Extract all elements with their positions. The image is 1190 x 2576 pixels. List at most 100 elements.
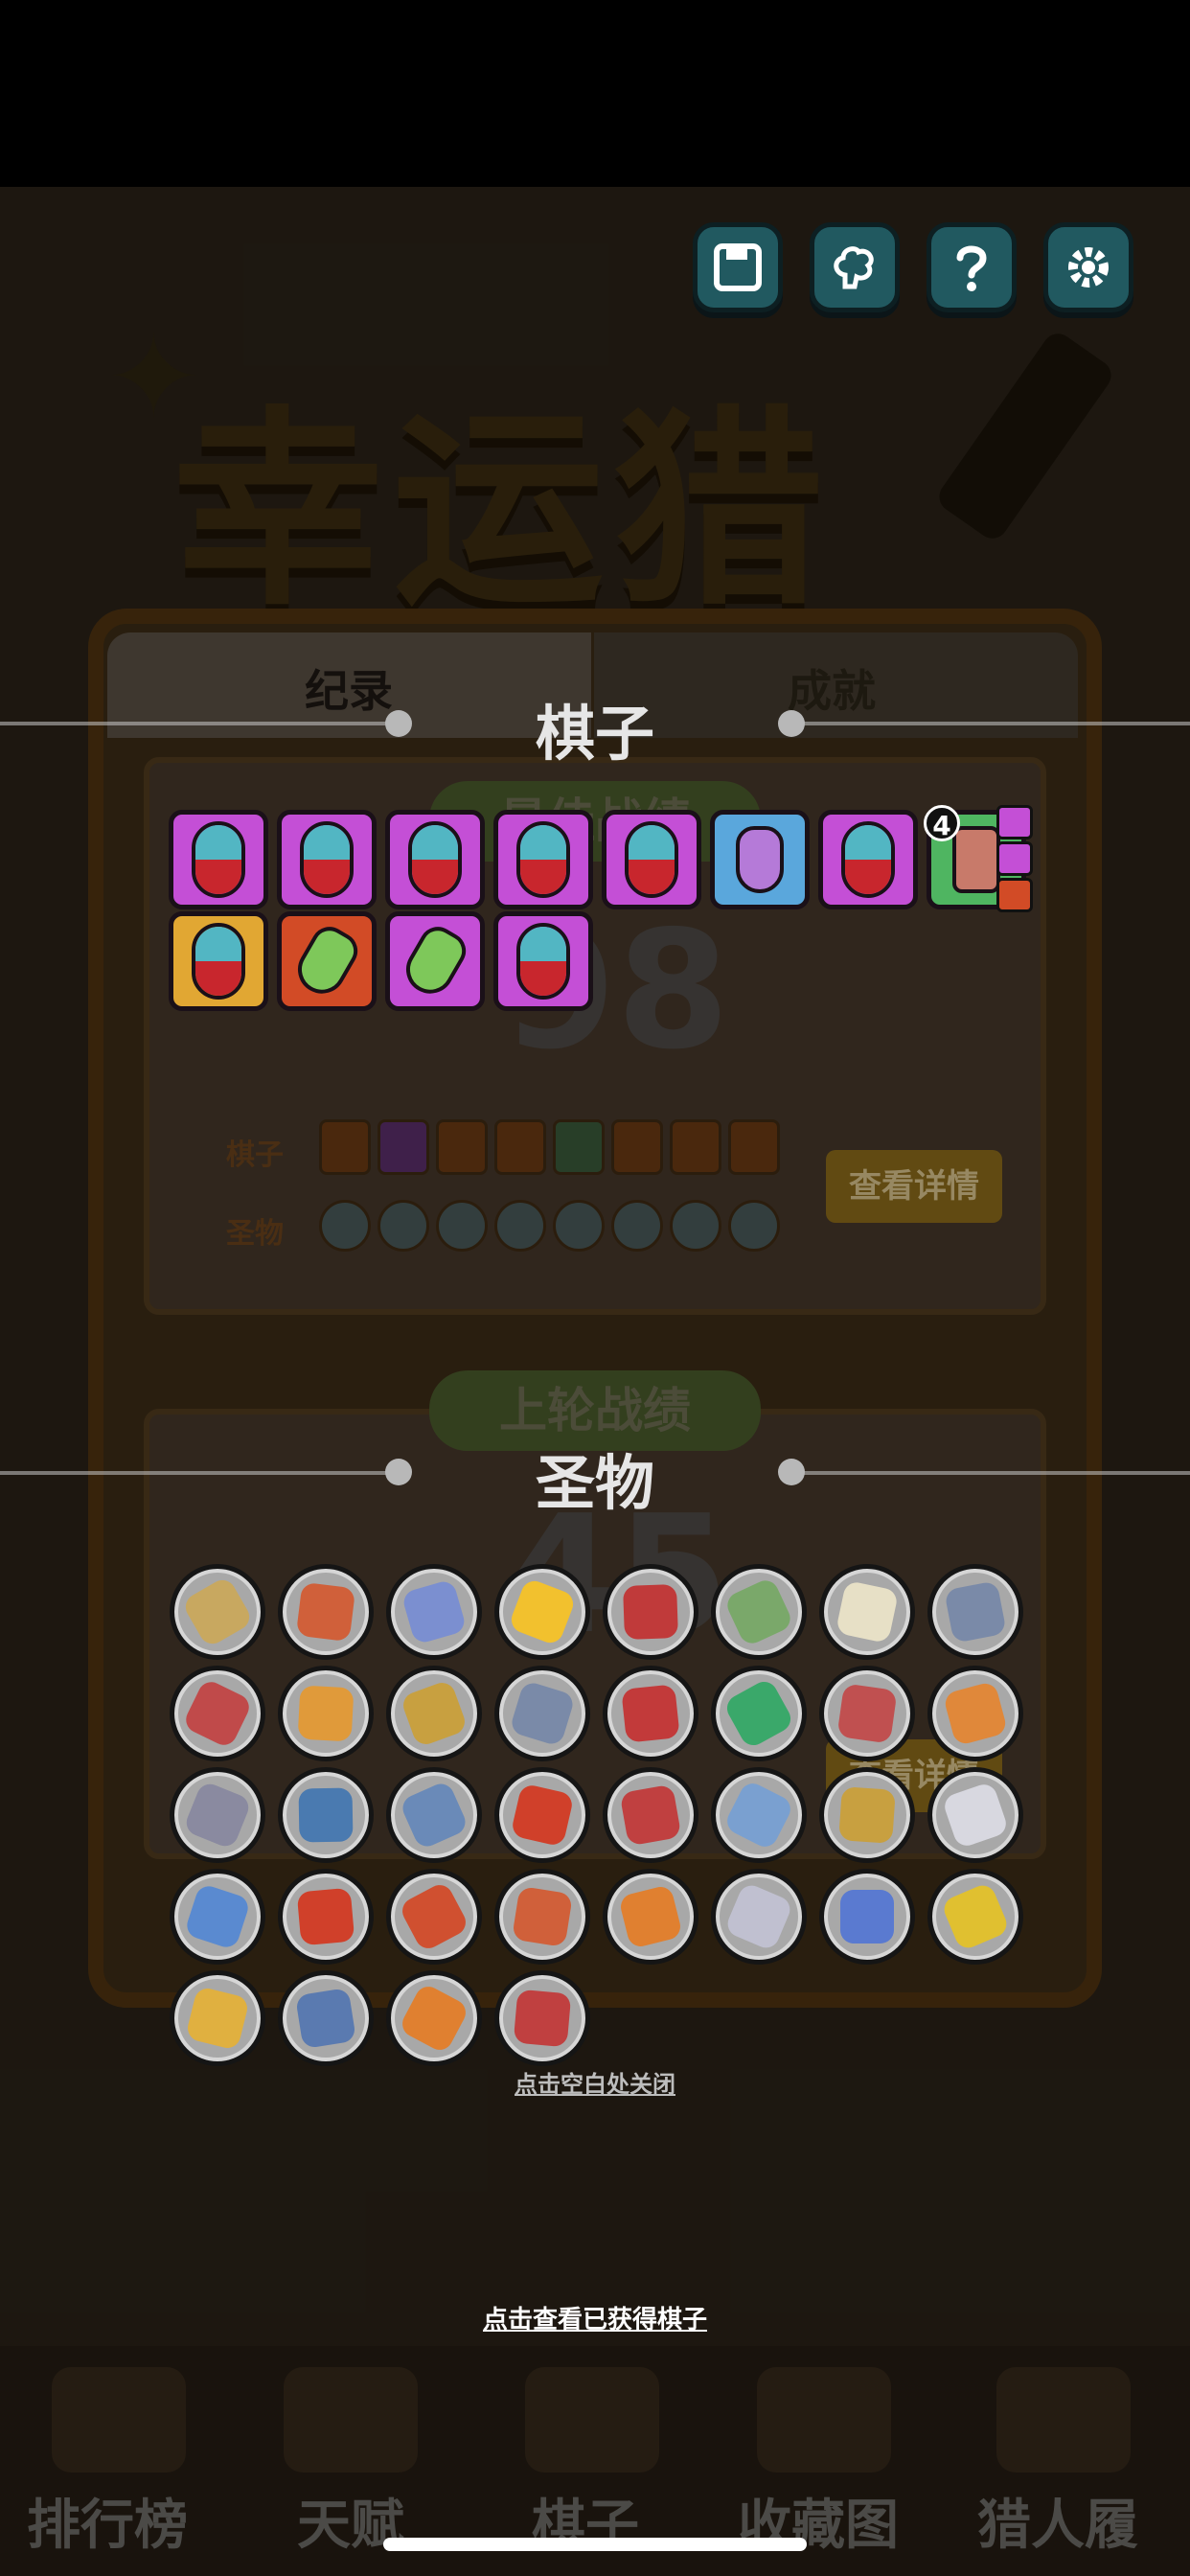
relic-icon — [298, 1787, 354, 1843]
capsule-icon — [300, 821, 354, 898]
relic-icon — [618, 1884, 683, 1949]
relic-slot[interactable] — [494, 1869, 590, 1965]
relic-slot[interactable] — [170, 1666, 265, 1761]
relic-slot[interactable] — [711, 1666, 807, 1761]
relic-icon — [621, 1684, 680, 1743]
divider-dot — [778, 1459, 805, 1485]
piece-slot[interactable] — [493, 911, 593, 1011]
close-hint[interactable]: 点击空白处关闭 — [451, 2065, 739, 2099]
divider-line — [0, 722, 398, 725]
relic-slot[interactable] — [170, 1970, 265, 2066]
relic-icon — [619, 1783, 682, 1847]
relic-slot[interactable] — [603, 1564, 698, 1660]
help-button[interactable] — [927, 222, 1017, 312]
relic-slot[interactable] — [278, 1970, 374, 2066]
relic-slot[interactable] — [819, 1767, 915, 1863]
divider-line — [791, 1471, 1190, 1475]
relic-icon — [511, 1885, 574, 1948]
relic-slot[interactable] — [711, 1869, 807, 1965]
overlay-backdrop[interactable] — [0, 0, 1190, 2576]
view-pieces-hint[interactable]: 点击查看已获得棋子 — [403, 2300, 787, 2335]
relic-icon — [398, 1982, 470, 2055]
relic-icon — [513, 1989, 572, 2048]
relic-slot[interactable] — [927, 1869, 1023, 1965]
relic-slot[interactable] — [386, 1564, 482, 1660]
relic-slot[interactable] — [494, 1666, 590, 1761]
settings-button[interactable] — [1043, 222, 1133, 312]
capsule-icon — [408, 821, 462, 898]
relic-slot[interactable] — [603, 1869, 698, 1965]
relic-icon — [838, 1786, 896, 1844]
divider-dot — [385, 710, 412, 737]
brain-button[interactable] — [810, 222, 900, 312]
relic-icon — [623, 1584, 678, 1640]
brain-icon — [834, 246, 874, 289]
piece-slot[interactable] — [277, 810, 377, 909]
relic-slot[interactable] — [278, 1869, 374, 1965]
relic-slot[interactable] — [278, 1666, 374, 1761]
piece-slot[interactable] — [602, 810, 701, 909]
relic-slot[interactable] — [386, 1666, 482, 1761]
relic-slot[interactable] — [819, 1564, 915, 1660]
relic-slot[interactable] — [819, 1666, 915, 1761]
relic-slot[interactable] — [278, 1564, 374, 1660]
relic-slot[interactable] — [494, 1970, 590, 2066]
divider-line — [791, 722, 1190, 725]
capsule-icon — [516, 821, 570, 898]
relic-icon — [940, 1881, 1011, 1952]
divider-dot — [385, 1459, 412, 1485]
piece-slot[interactable] — [818, 810, 918, 909]
piece-slot[interactable] — [385, 810, 485, 909]
stacked-pieces — [996, 805, 1037, 920]
piece-slot[interactable] — [710, 810, 810, 909]
piece-slot[interactable] — [277, 911, 377, 1011]
piece-slot[interactable] — [493, 810, 593, 909]
relic-slot[interactable] — [603, 1666, 698, 1761]
relic-icon — [509, 1680, 576, 1747]
relic-icon — [722, 1779, 795, 1852]
relic-slot[interactable] — [386, 1970, 482, 2066]
save-button[interactable] — [693, 222, 783, 312]
piece-slot[interactable] — [169, 911, 268, 1011]
relic-slot[interactable] — [927, 1666, 1023, 1761]
relic-icon — [294, 1987, 357, 2050]
relic-icon — [510, 1782, 575, 1848]
capsule-icon — [516, 923, 570, 1000]
battery-icon — [288, 920, 365, 1002]
home-indicator — [383, 2538, 807, 2551]
divider-line — [0, 1471, 398, 1475]
relic-slot[interactable] — [386, 1869, 482, 1965]
relic-slot[interactable] — [603, 1767, 698, 1863]
capsule-icon — [192, 821, 245, 898]
relic-icon — [721, 1676, 796, 1751]
relic-slot[interactable] — [819, 1869, 915, 1965]
piece-slot[interactable] — [385, 911, 485, 1011]
relic-icon — [398, 1880, 470, 1953]
relic-icon — [944, 1580, 1007, 1644]
relic-icon — [507, 1576, 578, 1647]
relic-slot[interactable] — [170, 1869, 265, 1965]
relic-slot[interactable] — [278, 1767, 374, 1863]
stack-count-badge: 4 — [924, 805, 960, 841]
relic-slot[interactable] — [927, 1767, 1023, 1863]
relic-slot[interactable] — [927, 1564, 1023, 1660]
relic-icon — [722, 1576, 795, 1648]
relic-slot[interactable] — [170, 1564, 265, 1660]
relic-icon — [296, 1887, 355, 1946]
relic-slot[interactable] — [711, 1767, 807, 1863]
relic-slot[interactable] — [494, 1767, 590, 1863]
relic-icon — [942, 1680, 1009, 1747]
chest-icon — [952, 826, 1000, 893]
relic-icon — [835, 1579, 900, 1644]
relic-icon — [400, 1578, 468, 1645]
piece-slot[interactable]: 4 — [924, 805, 1033, 912]
relic-icon — [723, 1881, 794, 1952]
relic-icon — [297, 1685, 355, 1742]
pieces-section-title: 棋子 — [535, 699, 654, 769]
piece-slot[interactable] — [169, 810, 268, 909]
relic-slot[interactable] — [386, 1767, 482, 1863]
relic-slot[interactable] — [170, 1767, 265, 1863]
relic-slot[interactable] — [494, 1564, 590, 1660]
relic-icon — [185, 1986, 250, 2051]
relic-slot[interactable] — [711, 1564, 807, 1660]
